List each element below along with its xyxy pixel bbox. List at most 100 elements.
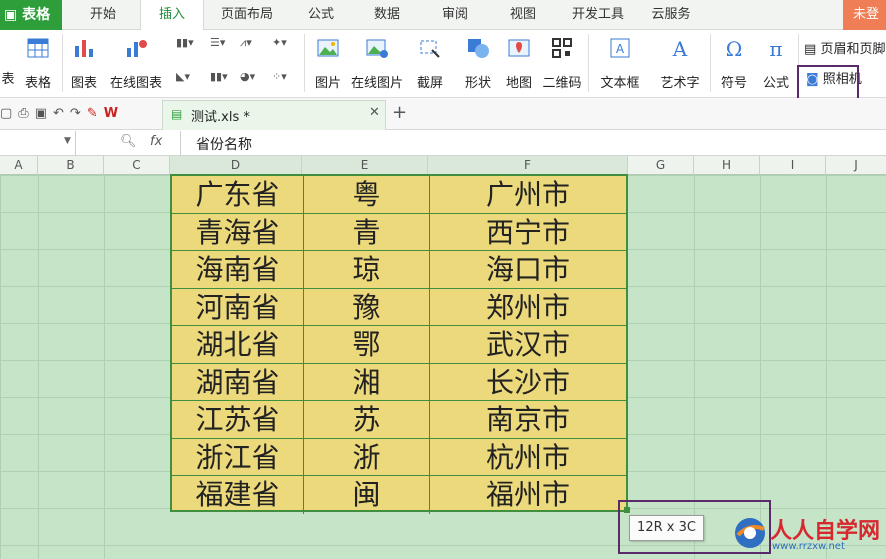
formula-input[interactable]: 省份名称 (196, 134, 252, 154)
capital-cell[interactable]: 武汉市 (430, 326, 626, 364)
radar-chart-icon[interactable]: ✦▾ (272, 36, 287, 49)
tab-data[interactable]: 数据 (356, 0, 418, 30)
tab-home[interactable]: 开始 (70, 0, 136, 30)
tab-developer[interactable]: 开发工具 (560, 0, 636, 30)
abbr-cell[interactable]: 闽 (304, 476, 430, 514)
new-tab-icon[interactable]: + (392, 102, 407, 123)
open-icon[interactable]: ▢ (0, 106, 18, 121)
table-row[interactable]: 浙江省 浙 杭州市 (172, 438, 626, 476)
capital-cell[interactable]: 南京市 (430, 401, 626, 439)
table-row[interactable]: 湖北省 鄂 武汉市 (172, 326, 626, 364)
area-chart-icon[interactable]: ◣▾ (176, 70, 190, 83)
column-header-d[interactable]: D (170, 156, 302, 175)
format-painter-icon[interactable]: ✎ (87, 106, 104, 121)
tab-insert[interactable]: 插入 (140, 0, 204, 31)
tab-formula[interactable]: 公式 (290, 0, 352, 30)
shape-button[interactable]: 形状 (456, 36, 500, 91)
abbr-cell[interactable]: 琼 (304, 251, 430, 289)
stacked-chart-icon[interactable]: ▮▮▾ (210, 70, 228, 83)
chevron-down-icon[interactable]: ▼ (64, 136, 71, 146)
print-preview-icon[interactable]: ▣ (35, 106, 53, 121)
zoom-icon[interactable]: 🔍︎ (120, 134, 137, 149)
column-header-c[interactable]: C (104, 156, 170, 175)
print-icon[interactable]: ⎙ (18, 106, 34, 121)
abbr-cell[interactable]: 苏 (304, 401, 430, 439)
screenshot-button[interactable]: 截屏 (410, 36, 450, 91)
province-cell[interactable]: 河南省 (172, 288, 304, 326)
table-row[interactable]: 福建省 闽 福州市 (172, 476, 626, 514)
table-row[interactable]: 河南省 豫 郑州市 (172, 288, 626, 326)
redo-icon[interactable]: ↷ (70, 106, 87, 121)
scatter-chart-icon[interactable]: ⁘▾ (272, 70, 287, 83)
fx-icon[interactable]: fx (150, 134, 162, 149)
column-header-j[interactable]: J (826, 156, 886, 175)
symbol-button[interactable]: Ω 符号 (714, 36, 754, 91)
capital-cell[interactable]: 广州市 (430, 176, 626, 214)
ribbon-divider (304, 34, 305, 92)
abbr-cell[interactable]: 青 (304, 213, 430, 251)
province-cell[interactable]: 青海省 (172, 213, 304, 251)
capital-cell[interactable]: 长沙市 (430, 364, 626, 401)
province-cell[interactable]: 浙江省 (172, 438, 304, 476)
online-picture-button[interactable]: 在线图片 (348, 36, 406, 91)
table-row[interactable]: 广东省 粤 广州市 (172, 176, 626, 214)
abbr-cell[interactable]: 豫 (304, 288, 430, 326)
abbr-cell[interactable]: 粤 (304, 176, 430, 214)
capital-cell[interactable]: 福州市 (430, 476, 626, 514)
ribbon-divider (710, 34, 711, 92)
abbr-cell[interactable]: 鄂 (304, 326, 430, 364)
pie-chart-icon[interactable]: ◕▾ (240, 70, 255, 83)
omega-icon: Ω (726, 37, 743, 61)
column-header-h[interactable]: H (694, 156, 760, 175)
line-chart-icon[interactable]: ⩘▾ (240, 36, 252, 50)
column-chart-icon[interactable]: ▮▮▾ (176, 36, 194, 49)
capital-cell[interactable]: 海口市 (430, 251, 626, 289)
province-cell[interactable]: 湖南省 (172, 363, 304, 401)
province-cell[interactable]: 江苏省 (172, 401, 304, 439)
selected-data-table[interactable]: 广东省 粤 广州市 青海省 青 西宁市 海南省 琼 海口市 河南省 豫 郑州市 … (170, 174, 628, 514)
capital-cell[interactable]: 西宁市 (430, 214, 626, 251)
province-cell[interactable]: 福建省 (172, 476, 304, 514)
insert-picture-button[interactable]: 图片 (310, 36, 346, 91)
map-button[interactable]: 地图 (502, 36, 536, 91)
column-header-e[interactable]: E (302, 156, 428, 175)
table-row[interactable]: 湖南省 湘 长沙市 (172, 363, 626, 401)
header-footer-button[interactable]: ▤ 页眉和页脚 (804, 38, 886, 56)
bar-chart-icon (75, 40, 93, 57)
wordart-button[interactable]: A 艺术字 (652, 36, 708, 91)
column-header-b[interactable]: B (38, 156, 104, 175)
formula-insert-button[interactable]: π 公式 (758, 36, 794, 91)
close-tab-icon[interactable]: ✕ (369, 105, 380, 120)
name-box[interactable]: ▼ (0, 131, 76, 155)
app-menu-button[interactable]: ▣ 表格 (0, 0, 62, 30)
file-tab[interactable]: ▤ 测试.xls * ✕ (162, 100, 386, 130)
column-header-i[interactable]: I (760, 156, 826, 175)
province-cell[interactable]: 海南省 (172, 251, 304, 289)
tab-cloud[interactable]: 云服务 (640, 0, 702, 30)
tab-page-layout[interactable]: 页面布局 (208, 0, 286, 30)
abbr-cell[interactable]: 湘 (304, 363, 430, 401)
table-row[interactable]: 江苏省 苏 南京市 (172, 401, 626, 439)
insert-table-button[interactable]: 表格 (18, 36, 58, 91)
column-header-a[interactable]: A (0, 156, 38, 175)
wps-logo-icon[interactable]: W (104, 106, 124, 121)
tab-view[interactable]: 视图 (492, 0, 554, 30)
online-chart-button[interactable]: 在线图表 (104, 36, 168, 91)
column-header-f[interactable]: F (428, 156, 628, 175)
bar-chart-horizontal-icon[interactable]: ☰▾ (210, 36, 225, 49)
abbr-cell[interactable]: 浙 (304, 438, 430, 476)
capital-cell[interactable]: 郑州市 (430, 289, 626, 326)
undo-icon[interactable]: ↶ (53, 106, 70, 121)
province-cell[interactable]: 湖北省 (172, 326, 304, 364)
textbox-button[interactable]: A 文本框 (592, 36, 648, 91)
qrcode-button[interactable]: 二维码 (540, 36, 584, 91)
ribbon-partial-button[interactable]: 表 (0, 36, 16, 87)
capital-cell[interactable]: 杭州市 (430, 439, 626, 476)
column-header-g[interactable]: G (628, 156, 694, 175)
province-cell[interactable]: 广东省 (172, 176, 304, 214)
login-button[interactable]: 未登 (843, 0, 886, 30)
tab-review[interactable]: 审阅 (424, 0, 486, 30)
table-row[interactable]: 海南省 琼 海口市 (172, 251, 626, 289)
table-row[interactable]: 青海省 青 西宁市 (172, 213, 626, 251)
insert-chart-button[interactable]: 图表 (66, 36, 102, 91)
